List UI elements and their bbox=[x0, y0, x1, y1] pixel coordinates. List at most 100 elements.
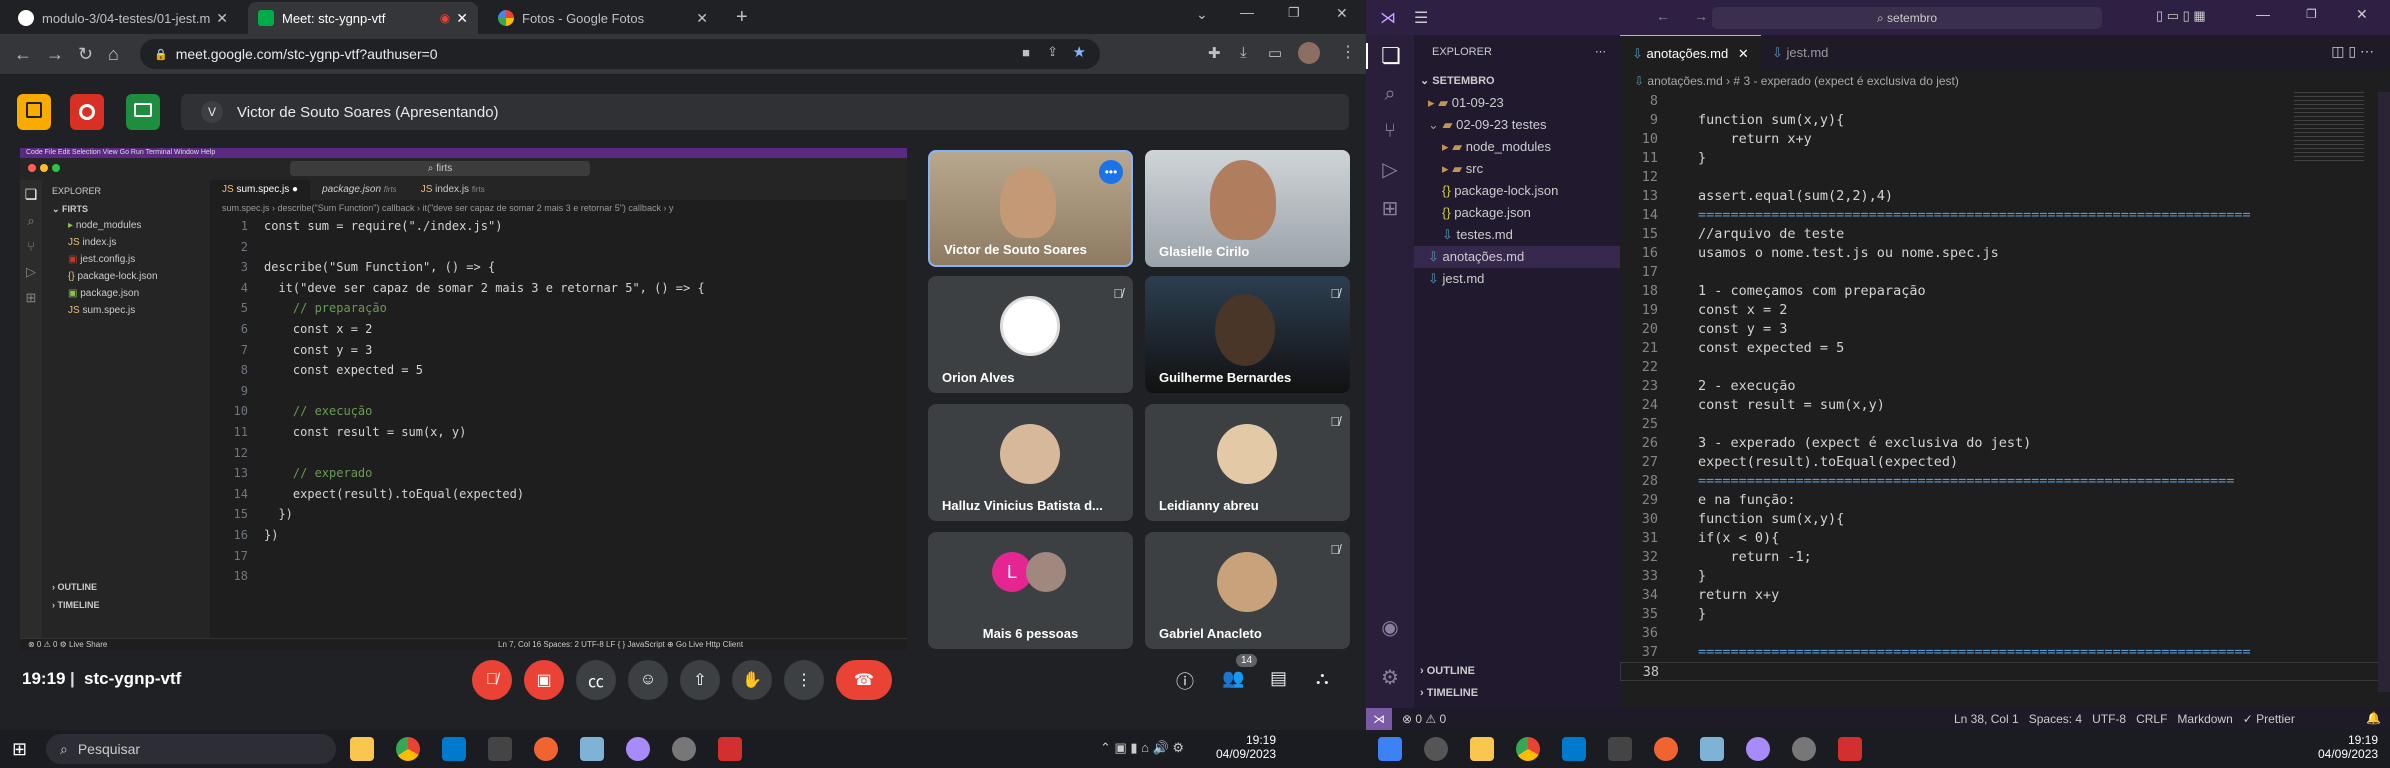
people-icon[interactable]: 👥 bbox=[1222, 668, 1244, 689]
minimize-icon[interactable]: — bbox=[2256, 6, 2270, 22]
tab-jest[interactable]: ⇩ jest.md bbox=[1760, 35, 1840, 70]
app-icon[interactable] bbox=[1700, 737, 1724, 761]
profile-avatar[interactable] bbox=[1298, 42, 1320, 64]
companion-button[interactable] bbox=[126, 94, 160, 130]
postman-icon[interactable] bbox=[534, 737, 558, 761]
raise-hand-button[interactable]: ✋ bbox=[732, 660, 772, 700]
scrollbar[interactable] bbox=[2378, 92, 2390, 692]
activities-icon[interactable]: ⛬ bbox=[1316, 668, 1329, 689]
editor-status[interactable]: Ln 38, Col 1 Spaces: 4 UTF-8 CRLF Markdo… bbox=[1954, 712, 2295, 726]
app-icon[interactable] bbox=[1746, 737, 1770, 761]
info-icon[interactable]: ⓘ bbox=[1176, 668, 1194, 694]
remote-icon[interactable]: ⋊ bbox=[1366, 708, 1392, 730]
mic-button[interactable]: 🎙̸ bbox=[472, 660, 512, 700]
minimap[interactable] bbox=[2294, 92, 2364, 162]
minimize-icon[interactable]: — bbox=[1240, 4, 1254, 20]
tile-participant[interactable]: Halluz Vinicius Batista d... bbox=[928, 404, 1133, 521]
tab-search-icon[interactable]: ⌄ bbox=[1196, 6, 1208, 23]
tile-participant[interactable]: 🎙̸ Gabriel Anacleto bbox=[1145, 532, 1350, 649]
tree-item[interactable]: ⇩ anotações.md bbox=[1414, 246, 1620, 268]
outline-section[interactable]: › OUTLINE bbox=[1420, 665, 1475, 677]
vscode-icon[interactable] bbox=[1562, 737, 1586, 761]
chat-icon[interactable]: ▤ bbox=[1270, 668, 1287, 689]
share-icon[interactable]: ⇪ bbox=[1047, 44, 1058, 60]
captions-button[interactable]: ㏄ bbox=[576, 660, 616, 700]
camera-icon[interactable]: ■ bbox=[1022, 45, 1030, 60]
tile-participant[interactable]: 🎙̸ Orion Alves bbox=[928, 276, 1133, 393]
present-now-button[interactable]: ⇧ bbox=[680, 660, 720, 700]
postman-icon[interactable] bbox=[1654, 737, 1678, 761]
app-icon[interactable] bbox=[580, 737, 604, 761]
close-icon[interactable]: ✕ bbox=[1738, 46, 1749, 61]
tab-github[interactable]: modulo-3/04-testes/01-jest.md ✕ bbox=[8, 2, 238, 34]
settings-icon[interactable] bbox=[1792, 737, 1816, 761]
filezilla-icon[interactable] bbox=[718, 737, 742, 761]
tile-participant[interactable]: 🎙̸ Guilherme Bernardes bbox=[1145, 276, 1350, 393]
problems-status[interactable]: ⊗ 0 ⚠ 0 bbox=[1402, 712, 1446, 726]
notifications-icon[interactable]: 🔔 bbox=[2366, 711, 2381, 725]
forward-icon[interactable]: → bbox=[1694, 8, 1708, 24]
timeline-section[interactable]: › TIMELINE bbox=[1420, 687, 1478, 699]
app-icon[interactable] bbox=[626, 737, 650, 761]
close-icon[interactable]: ✕ bbox=[696, 10, 708, 27]
home-icon[interactable]: ⌂ bbox=[108, 44, 119, 65]
file-explorer-icon[interactable] bbox=[1470, 737, 1494, 761]
close-window-icon[interactable]: ✕ bbox=[2356, 6, 2368, 23]
tree-item[interactable]: ▸ ▰ 01-09-23 bbox=[1414, 92, 1620, 114]
close-window-icon[interactable]: ✕ bbox=[1336, 5, 1348, 22]
terminal-icon[interactable] bbox=[1608, 737, 1632, 761]
tab-anotacoes[interactable]: ⇩ anotações.md ✕ bbox=[1620, 35, 1761, 70]
more-options-icon[interactable]: ••• bbox=[1099, 160, 1123, 184]
chrome-icon[interactable] bbox=[1516, 737, 1540, 761]
run-debug-icon[interactable]: ▷ bbox=[1366, 157, 1414, 182]
search-icon[interactable]: ⌕ bbox=[1366, 83, 1414, 106]
download-icon[interactable]: ⤓ bbox=[1240, 44, 1247, 61]
tile-more-people[interactable]: L Mais 6 pessoas bbox=[928, 532, 1133, 649]
windows-start-icon[interactable] bbox=[1378, 737, 1402, 761]
emoji-button[interactable]: ☺ bbox=[628, 660, 668, 700]
tree-item[interactable]: {} package-lock.json bbox=[1414, 180, 1620, 202]
extensions-icon[interactable]: ✚ bbox=[1208, 44, 1221, 62]
present-button[interactable] bbox=[17, 94, 51, 130]
tray-icons[interactable]: ⌃ ▣ ▮ ⌂ 🔊 ⚙ bbox=[1100, 740, 1184, 756]
settings-icon[interactable] bbox=[672, 737, 696, 761]
tab-photos[interactable]: Fotos - Google Fotos ✕ bbox=[488, 2, 718, 34]
camera-button[interactable]: ▣ bbox=[524, 660, 564, 700]
close-icon[interactable]: ✕ bbox=[456, 10, 468, 27]
source-control-icon[interactable]: ⑂ bbox=[1366, 120, 1414, 143]
tree-item[interactable]: ⇩ jest.md bbox=[1414, 268, 1620, 290]
leave-call-button[interactable]: ☎ bbox=[836, 660, 892, 700]
menu-icon[interactable]: ☰ bbox=[1414, 8, 1428, 28]
split-editor-icon[interactable]: ◫ ▯ ⋯ bbox=[2331, 43, 2374, 60]
windows-icon[interactable]: ⊞ bbox=[12, 739, 27, 760]
record-button[interactable] bbox=[70, 94, 104, 130]
back-icon[interactable]: ← bbox=[14, 44, 32, 65]
settings-icon[interactable]: ⚙ bbox=[1366, 665, 1414, 690]
more-options-button[interactable]: ⋮ bbox=[784, 660, 824, 700]
file-explorer-icon[interactable] bbox=[350, 737, 374, 761]
tree-item[interactable]: ⇩ testes.md bbox=[1414, 224, 1620, 246]
filezilla-icon[interactable] bbox=[1838, 737, 1862, 761]
layout-icon[interactable]: ▯ ▭ ▯ ▦ bbox=[2156, 8, 2206, 24]
search-icon[interactable] bbox=[1424, 737, 1448, 761]
taskbar-search[interactable]: ⌕ Pesquisar bbox=[46, 734, 336, 764]
restore-icon[interactable]: ❐ bbox=[1288, 5, 1300, 21]
back-icon[interactable]: ← bbox=[1656, 8, 1670, 24]
chrome-icon[interactable] bbox=[396, 737, 420, 761]
tile-participant[interactable]: 🎙̸ Leidianny abreu bbox=[1145, 404, 1350, 521]
tree-item[interactable]: ▸ ▰ node_modules bbox=[1414, 136, 1620, 158]
star-icon[interactable]: ★ bbox=[1073, 43, 1086, 61]
tree-item[interactable]: ⌄ ▰ 02-09-23 testes bbox=[1414, 114, 1620, 136]
command-search[interactable]: ⌕ setembro bbox=[1712, 7, 2102, 29]
sidepanel-icon[interactable]: ▭ bbox=[1268, 44, 1282, 62]
terminal-icon[interactable] bbox=[488, 737, 512, 761]
restore-icon[interactable]: ❐ bbox=[2306, 7, 2317, 21]
address-bar[interactable]: 🔒 meet.google.com/stc-ygnp-vtf?authuser=… bbox=[140, 39, 1100, 69]
menu-icon[interactable]: ⋮ bbox=[1340, 42, 1356, 62]
editor-code[interactable]: 8 9 function sum(x,y){10 return x+y 11} 12 13… bbox=[1620, 92, 2390, 692]
forward-icon[interactable]: → bbox=[46, 44, 64, 65]
tree-item[interactable]: ▸ ▰ src bbox=[1414, 158, 1620, 180]
tile-participant[interactable]: Glasielle Cirilo bbox=[1145, 150, 1350, 267]
files-icon[interactable]: ❏ bbox=[1366, 43, 1414, 69]
tree-item[interactable]: {} package.json bbox=[1414, 202, 1620, 224]
